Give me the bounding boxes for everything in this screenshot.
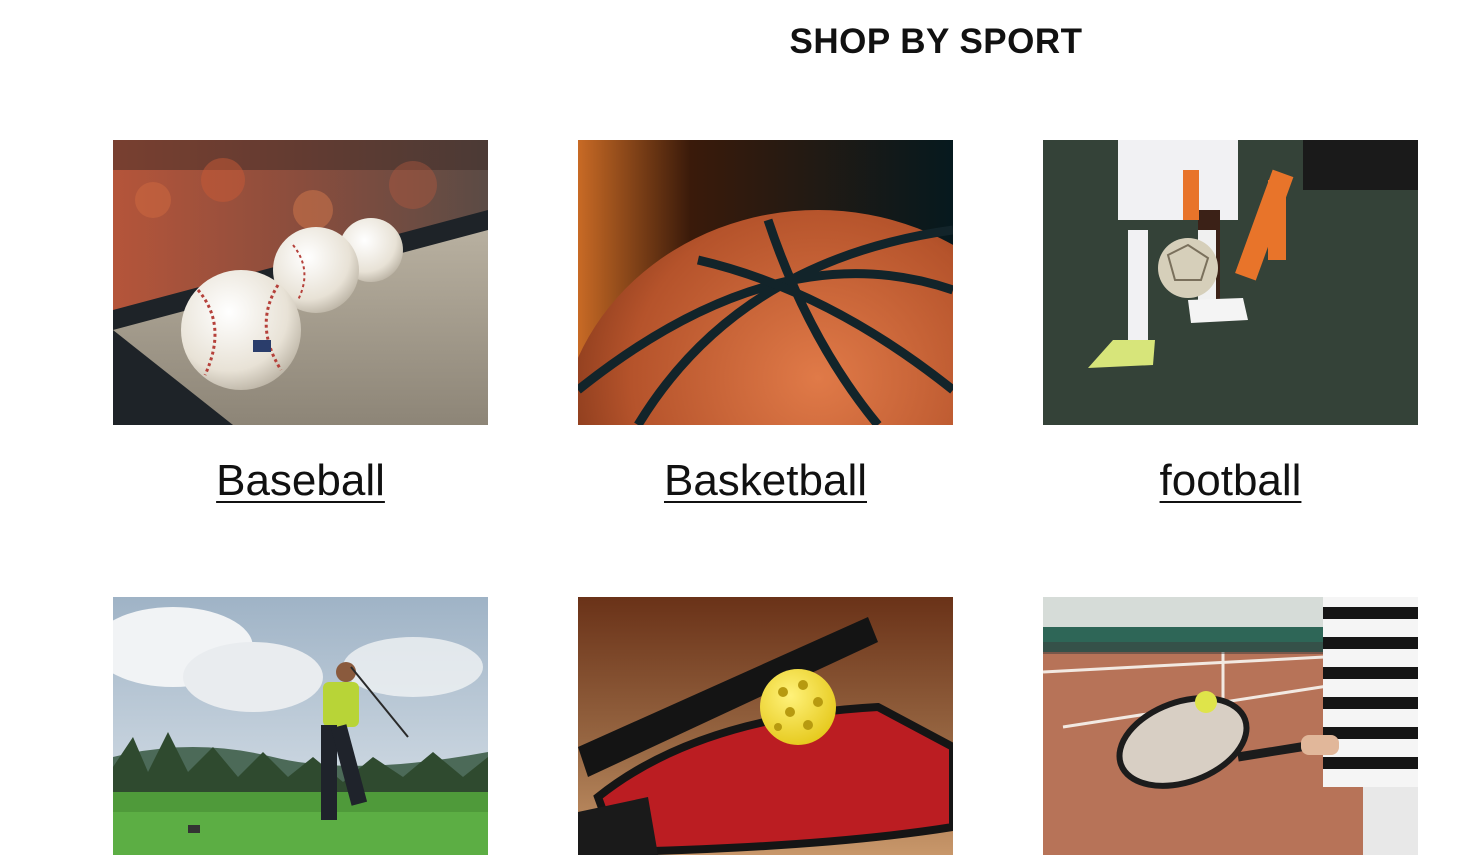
football-image-link[interactable] (1043, 140, 1418, 425)
sport-link-basketball[interactable]: Basketball (578, 456, 953, 506)
pickleball-image-link[interactable] (578, 597, 953, 855)
tennis-image (1043, 597, 1418, 855)
baseball-image-link[interactable] (113, 140, 488, 425)
sport-card-golf (113, 597, 488, 855)
sport-card-tennis (1043, 597, 1418, 855)
sport-card-basketball: Basketball (578, 140, 953, 506)
section-heading: SHOP BY SPORT (789, 22, 1083, 61)
basketball-image-link[interactable] (578, 140, 953, 425)
sport-link-baseball[interactable]: Baseball (113, 456, 488, 506)
sport-link-football[interactable]: football (1043, 456, 1418, 506)
baseball-image (113, 140, 488, 425)
golf-image-link[interactable] (113, 597, 488, 855)
sport-card-baseball: Baseball (113, 140, 488, 506)
tennis-image-link[interactable] (1043, 597, 1418, 855)
golf-image (113, 597, 488, 855)
pickleball-image (578, 597, 953, 855)
shop-by-sport-section: SHOP BY SPORT Baseball Basketball footba… (0, 0, 1478, 855)
sport-card-football: football (1043, 140, 1418, 506)
basketball-image (578, 140, 953, 425)
football-image (1043, 140, 1418, 425)
sport-card-pickleball (578, 597, 953, 855)
